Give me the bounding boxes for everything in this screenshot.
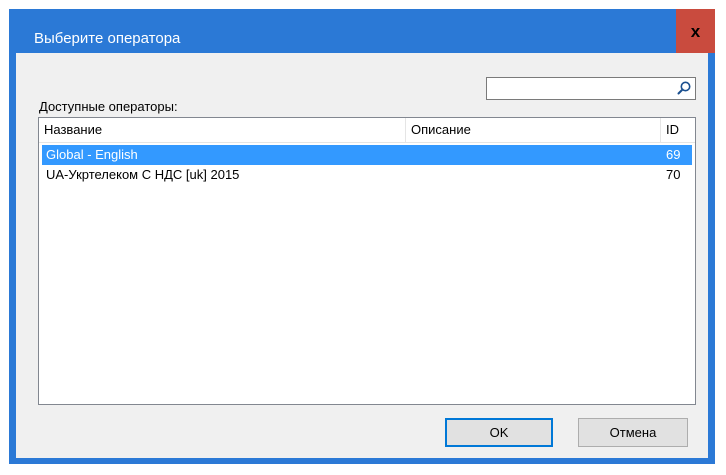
- ok-button[interactable]: OK: [445, 418, 553, 447]
- available-operators-label: Доступные операторы:: [39, 99, 178, 114]
- operators-list[interactable]: Название Описание ID Global - English 69…: [38, 117, 696, 405]
- title-bar[interactable]: Выберите оператора x: [9, 9, 715, 53]
- close-icon: x: [690, 22, 701, 41]
- column-header-id[interactable]: ID: [661, 118, 695, 142]
- column-header-name[interactable]: Название: [39, 118, 404, 142]
- search-icon[interactable]: [676, 80, 692, 96]
- close-button[interactable]: x: [676, 9, 715, 53]
- row-id: 70: [666, 167, 681, 182]
- search-input[interactable]: [487, 78, 675, 99]
- table-row[interactable]: Global - English 69: [42, 145, 692, 165]
- list-header: Название Описание ID: [39, 118, 695, 143]
- table-row[interactable]: UA-Укртелеком С НДС [uk] 2015 70: [42, 165, 692, 185]
- dialog-window: Выберите оператора x Доступные операторы…: [9, 9, 715, 464]
- row-name: Global - English: [46, 147, 138, 162]
- dialog-body: Доступные операторы: Название Описание I…: [16, 53, 708, 458]
- row-id: 69: [666, 147, 681, 162]
- dialog-title: Выберите оператора: [34, 30, 181, 47]
- row-name: UA-Укртелеком С НДС [uk] 2015: [46, 167, 240, 182]
- column-header-description[interactable]: Описание: [406, 118, 659, 142]
- cancel-button[interactable]: Отмена: [578, 418, 688, 447]
- search-field[interactable]: [486, 77, 696, 100]
